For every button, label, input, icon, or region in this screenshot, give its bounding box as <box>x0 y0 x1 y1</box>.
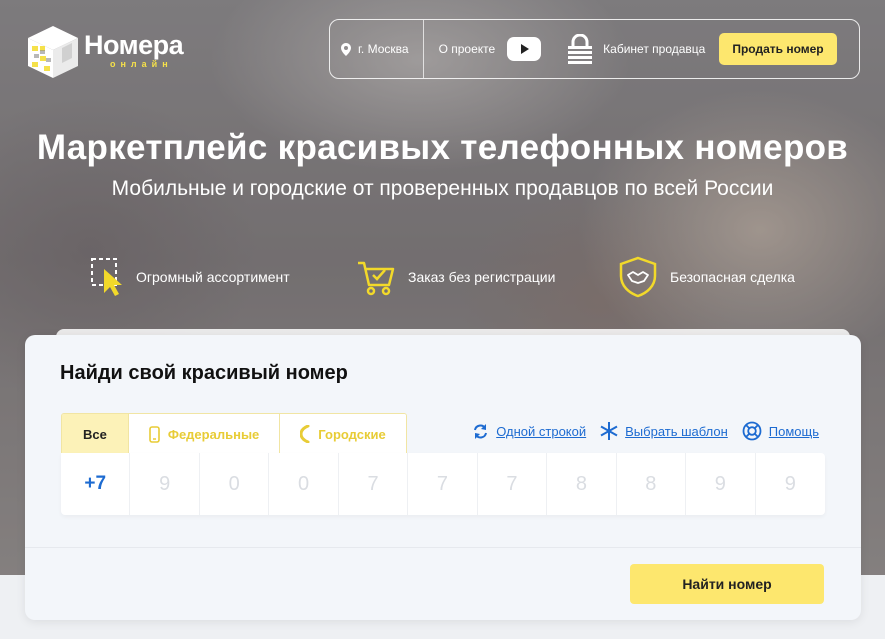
choose-template-label: Выбрать шаблон <box>625 423 728 439</box>
search-mode-links: Одной строкой Выбрать шаблон Помощь <box>472 421 819 441</box>
tab-label: Городские <box>318 426 386 442</box>
tab-label: Все <box>83 426 107 442</box>
location-pin-icon <box>341 42 351 56</box>
find-number-button[interactable]: Найти номер <box>630 564 824 604</box>
top-nav: г. Москва О проекте Кабинет продавца Про… <box>329 19 860 79</box>
asterisk-icon <box>600 422 618 440</box>
help-link[interactable]: Помощь <box>742 421 819 441</box>
help-label: Помощь <box>768 423 819 439</box>
feature-assortment: Огромный ассортимент <box>90 255 290 299</box>
about-link[interactable]: О проекте <box>424 37 562 61</box>
digit-input[interactable]: 9 <box>686 453 756 515</box>
sell-number-button[interactable]: Продать номер <box>719 33 837 65</box>
digit-input[interactable]: 8 <box>617 453 687 515</box>
lock-icon <box>568 34 593 64</box>
tab-all[interactable]: Все <box>62 414 129 453</box>
logo-subtitle: онлайн <box>110 59 173 69</box>
site-logo[interactable]: Номера онлайн <box>24 22 194 84</box>
handset-icon <box>300 425 310 443</box>
tab-city[interactable]: Городские <box>280 414 406 453</box>
number-mask-input: +7 9 0 0 7 7 7 8 8 9 9 <box>61 453 825 515</box>
city-label: г. Москва <box>358 42 409 56</box>
one-line-label: Одной строкой <box>496 423 587 439</box>
digit-input[interactable]: 7 <box>408 453 478 515</box>
refresh-icon <box>474 423 488 439</box>
logo-cube-icon <box>28 26 78 78</box>
number-type-tabs: Все Федеральные Городские <box>61 413 407 453</box>
mobile-phone-icon <box>149 425 160 443</box>
divider <box>25 547 861 548</box>
hero-subtitle: Мобильные и городские от проверенных про… <box>111 177 774 200</box>
digit-input[interactable]: 7 <box>339 453 409 515</box>
digit-input[interactable]: 9 <box>130 453 200 515</box>
seller-cabinet-link[interactable]: Кабинет продавца <box>561 34 719 64</box>
one-line-link[interactable]: Одной строкой <box>472 423 586 440</box>
city-selector[interactable]: г. Москва <box>330 20 424 78</box>
digit-input[interactable]: 0 <box>269 453 339 515</box>
feature-no-registration: Заказ без регистрации <box>356 255 555 299</box>
cart-check-icon <box>358 261 395 296</box>
about-label: О проекте <box>438 42 496 56</box>
digit-input[interactable]: 8 <box>547 453 617 515</box>
shield-handshake-icon <box>619 256 657 298</box>
lifebuoy-icon <box>742 421 762 441</box>
feature-label: Заказ без регистрации <box>408 269 556 285</box>
feature-label: Огромный ассортимент <box>136 269 290 285</box>
digit-input[interactable]: 0 <box>200 453 270 515</box>
tab-label: Федеральные <box>167 426 260 442</box>
digit-input[interactable]: 9 <box>756 453 825 515</box>
logo-title: Номера <box>84 30 184 60</box>
feature-safe-deal: Безопасная сделка <box>618 255 795 299</box>
cursor-selection-icon <box>91 258 122 296</box>
search-panel: Найди свой красивый номер Все Федеральны… <box>25 335 861 620</box>
tab-federal[interactable]: Федеральные <box>128 414 281 453</box>
hero-title: Маркетплейс красивых телефонных номеров <box>36 128 849 167</box>
country-code: +7 <box>61 453 131 515</box>
youtube-play-icon[interactable] <box>507 37 542 61</box>
choose-template-link[interactable]: Выбрать шаблон <box>600 422 728 440</box>
feature-label: Безопасная сделка <box>670 269 795 285</box>
search-title: Найди свой красивый номер <box>60 362 348 384</box>
seller-cabinet-label: Кабинет продавца <box>603 42 706 56</box>
digit-input[interactable]: 7 <box>478 453 548 515</box>
